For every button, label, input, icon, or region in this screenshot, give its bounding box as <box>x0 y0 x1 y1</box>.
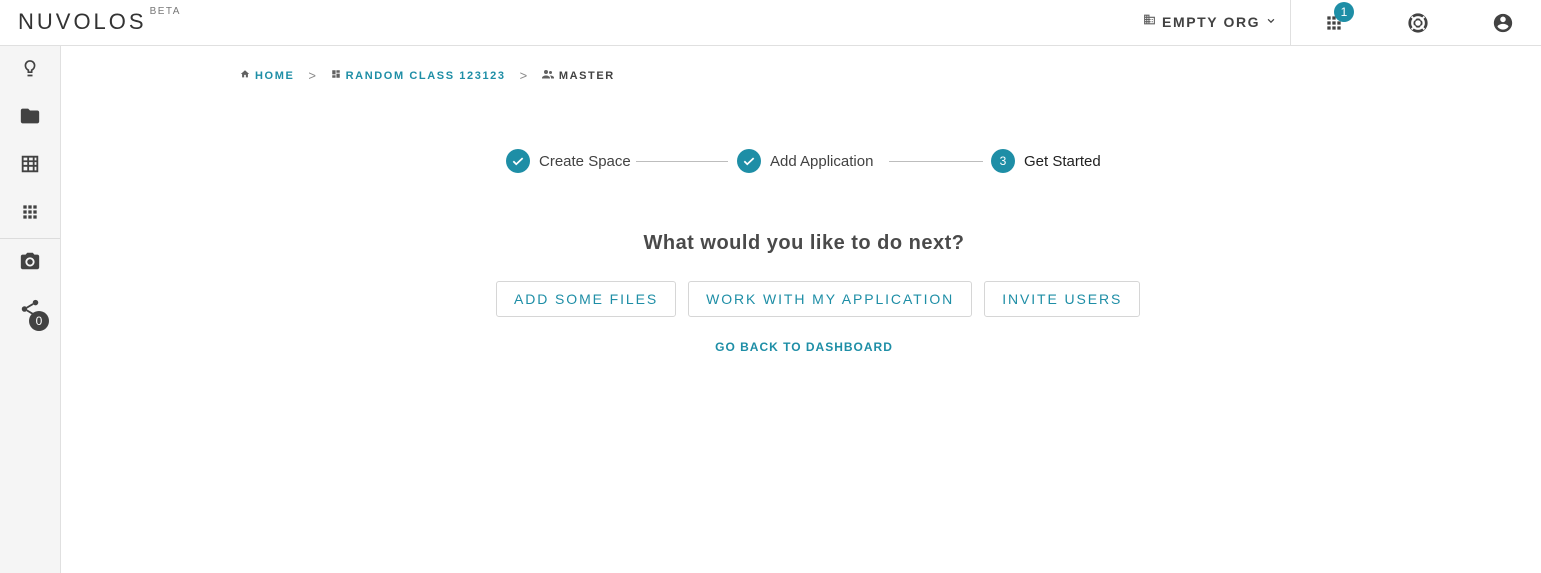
progress-stepper: Create Space Add Application 3 Get Start… <box>506 149 1106 173</box>
breadcrumb: HOME > RANDOM CLASS 123123 > MASTER <box>240 68 615 83</box>
step-label: Add Application <box>770 152 874 170</box>
org-switcher[interactable]: EMPTY ORG <box>1143 13 1276 31</box>
breadcrumb-home-label: HOME <box>255 69 295 82</box>
building-icon <box>1143 13 1156 31</box>
step-create-space: Create Space <box>506 149 631 173</box>
breadcrumb-separator: > <box>519 68 529 83</box>
breadcrumb-space[interactable]: RANDOM CLASS 123123 <box>331 69 506 82</box>
step-number: 3 <box>991 149 1015 173</box>
sidebar-item-files[interactable] <box>0 94 60 142</box>
folder-icon <box>19 105 41 132</box>
check-icon <box>506 149 530 173</box>
lightbulb-icon <box>20 57 40 84</box>
step-connector <box>889 161 983 162</box>
invite-users-button[interactable]: INVITE USERS <box>984 281 1141 317</box>
table-icon <box>19 153 41 180</box>
space-icon <box>331 69 341 82</box>
back-to-dashboard-link[interactable]: GO BACK TO DASHBOARD <box>0 340 1541 354</box>
breadcrumb-separator: > <box>308 68 318 83</box>
step-label: Get Started <box>1024 152 1101 170</box>
next-step-actions: ADD SOME FILES WORK WITH MY APPLICATION … <box>496 281 1141 317</box>
topbar-divider <box>1290 0 1291 46</box>
sidebar-item-tables[interactable] <box>0 142 60 190</box>
lifebuoy-icon[interactable] <box>1406 11 1430 35</box>
home-icon <box>240 69 250 82</box>
sidebar: 0 <box>0 46 61 573</box>
step-get-started: 3 Get Started <box>991 149 1101 173</box>
group-icon <box>541 69 554 82</box>
breadcrumb-instance: MASTER <box>541 69 615 82</box>
sidebar-item-distribution[interactable] <box>0 287 60 335</box>
step-add-application: Add Application <box>737 149 873 173</box>
add-files-button[interactable]: ADD SOME FILES <box>496 281 677 317</box>
check-icon <box>737 149 761 173</box>
brand-name: NUVOLOS <box>18 9 147 34</box>
apps-icon <box>20 202 40 227</box>
apps-count-badge: 1 <box>1334 2 1354 22</box>
step-label: Create Space <box>539 152 631 170</box>
breadcrumb-space-label: RANDOM CLASS 123123 <box>345 69 506 82</box>
breadcrumb-instance-label: MASTER <box>558 69 615 82</box>
share-count-badge: 0 <box>29 311 49 331</box>
account-circle-icon[interactable] <box>1491 11 1515 35</box>
work-with-application-button[interactable]: WORK WITH MY APPLICATION <box>688 281 973 317</box>
beta-tag: BETA <box>149 6 181 17</box>
next-step-question: What would you like to do next? <box>643 232 965 254</box>
top-app-bar: NUVOLOS BETA EMPTY ORG 1 <box>0 0 1541 46</box>
sidebar-item-ideas[interactable] <box>0 46 60 94</box>
breadcrumb-home[interactable]: HOME <box>240 69 294 82</box>
step-connector <box>636 161 728 162</box>
chevron-down-icon <box>1266 13 1276 31</box>
sidebar-item-applications[interactable] <box>0 190 60 238</box>
brand-logo[interactable]: NUVOLOS BETA <box>18 6 181 35</box>
org-name: EMPTY ORG <box>1162 14 1261 30</box>
